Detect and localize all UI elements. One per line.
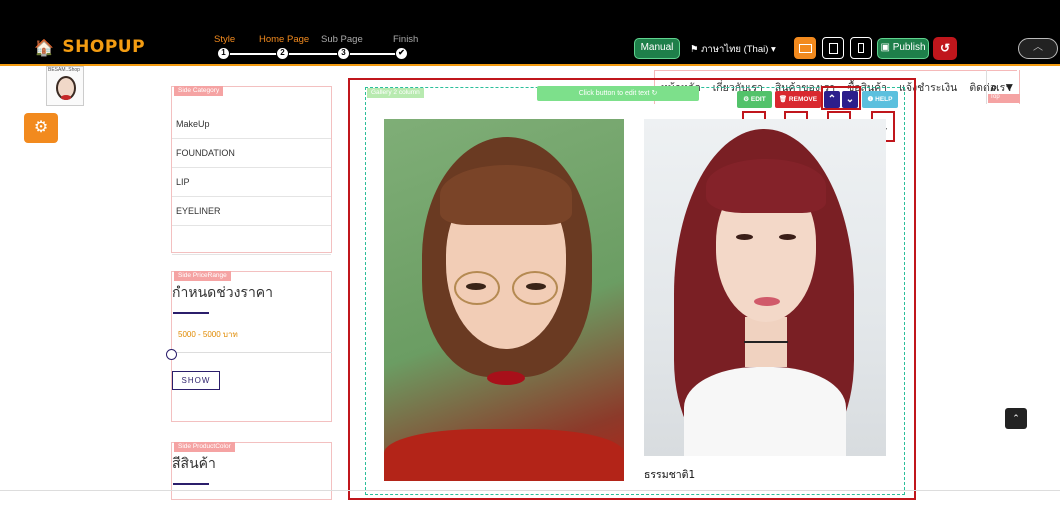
language-select[interactable]: ⚑ ภาษาไทย (Thai) ▾	[690, 42, 776, 57]
category-item[interactable]	[172, 226, 331, 255]
mobile-icon	[858, 43, 864, 53]
side-category-box[interactable]: Side Category MakeUp FOUNDATION LIP EYEL…	[171, 86, 332, 255]
desktop-icon	[798, 43, 812, 53]
step-finish-label[interactable]: Finish	[393, 34, 418, 45]
top-toolbar: 🏠 SHOPUP Style Home Page Sub Page Finish…	[0, 0, 1060, 64]
publish-label: Publish	[892, 42, 926, 53]
footer-divider	[0, 490, 1060, 491]
desktop-view-button[interactable]	[794, 37, 816, 59]
language-label: ภาษาไทย (Thai) ▾	[701, 44, 776, 55]
save-icon: ▣	[880, 42, 893, 53]
flag-icon: ⚑	[690, 44, 702, 55]
price-show-button[interactable]: SHOW	[172, 371, 220, 390]
search-icon[interactable]: ⌕	[991, 80, 998, 95]
top-section-tag: Top	[988, 94, 1020, 103]
price-heading-underline	[173, 312, 209, 314]
price-slider-knob[interactable]	[166, 349, 177, 360]
category-item[interactable]: FOUNDATION	[172, 139, 331, 168]
side-product-color-box[interactable]: Side ProductColor สีสินค้า	[171, 442, 332, 500]
settings-gear-button[interactable]: ⚙	[24, 113, 58, 143]
step-progress-line	[223, 53, 403, 55]
side-price-range-box[interactable]: Side PriceRange กำหนดช่วงราคา 5000 - 500…	[166, 271, 332, 422]
step-homepage-label[interactable]: Home Page	[259, 34, 309, 45]
price-slider-track[interactable]	[172, 352, 332, 353]
wizard-steps: Style Home Page Sub Page Finish 1 2 3 ✔	[208, 34, 428, 62]
publish-button[interactable]: ▣ Publish	[877, 38, 929, 59]
manual-button[interactable]: Manual	[634, 38, 680, 59]
side-price-tag: Side PriceRange	[174, 271, 231, 281]
price-range-text: 5000 - 5000 บาท	[178, 330, 238, 339]
step-4-dot[interactable]: ✔	[395, 47, 408, 60]
tablet-icon	[828, 42, 838, 54]
shop-logo[interactable]: BESAM..Shop	[46, 66, 84, 106]
header-divider	[0, 64, 1060, 66]
mobile-view-button[interactable]	[850, 37, 872, 59]
category-item[interactable]: LIP	[172, 168, 331, 197]
app-logo-text: SHOPUP	[62, 37, 146, 57]
home-icon: 🏠	[34, 37, 55, 57]
step-2-dot[interactable]: 2	[276, 47, 289, 60]
scroll-to-top-button[interactable]: ⌃	[1005, 408, 1027, 429]
category-item[interactable]: EYELINER	[172, 197, 331, 226]
color-heading-underline	[173, 483, 209, 485]
highlight-frame	[348, 78, 916, 500]
step-style-label[interactable]: Style	[214, 34, 235, 45]
gears-icon: ⚙	[33, 119, 49, 136]
side-category-tag: Side Category	[174, 86, 224, 96]
collapse-toolbar-button[interactable]: ︿	[1018, 38, 1058, 59]
undo-button[interactable]: ↺	[933, 37, 957, 60]
price-range-heading: กำหนดช่วงราคา	[172, 285, 274, 301]
app-logo[interactable]: 🏠 SHOPUP	[34, 37, 145, 57]
step-subpage-label[interactable]: Sub Page	[321, 34, 363, 45]
step-3-dot[interactable]: 3	[337, 47, 350, 60]
shop-logo-lips	[61, 95, 71, 100]
side-color-tag: Side ProductColor	[174, 442, 235, 452]
shop-logo-caption: BESAM..Shop	[48, 67, 80, 73]
category-item[interactable]: MakeUp	[172, 110, 331, 139]
cart-icon[interactable]: ▼	[1003, 80, 1015, 94]
step-1-dot[interactable]: 1	[217, 47, 230, 60]
product-color-heading: สีสินค้า	[172, 456, 216, 472]
tablet-view-button[interactable]	[822, 37, 844, 59]
